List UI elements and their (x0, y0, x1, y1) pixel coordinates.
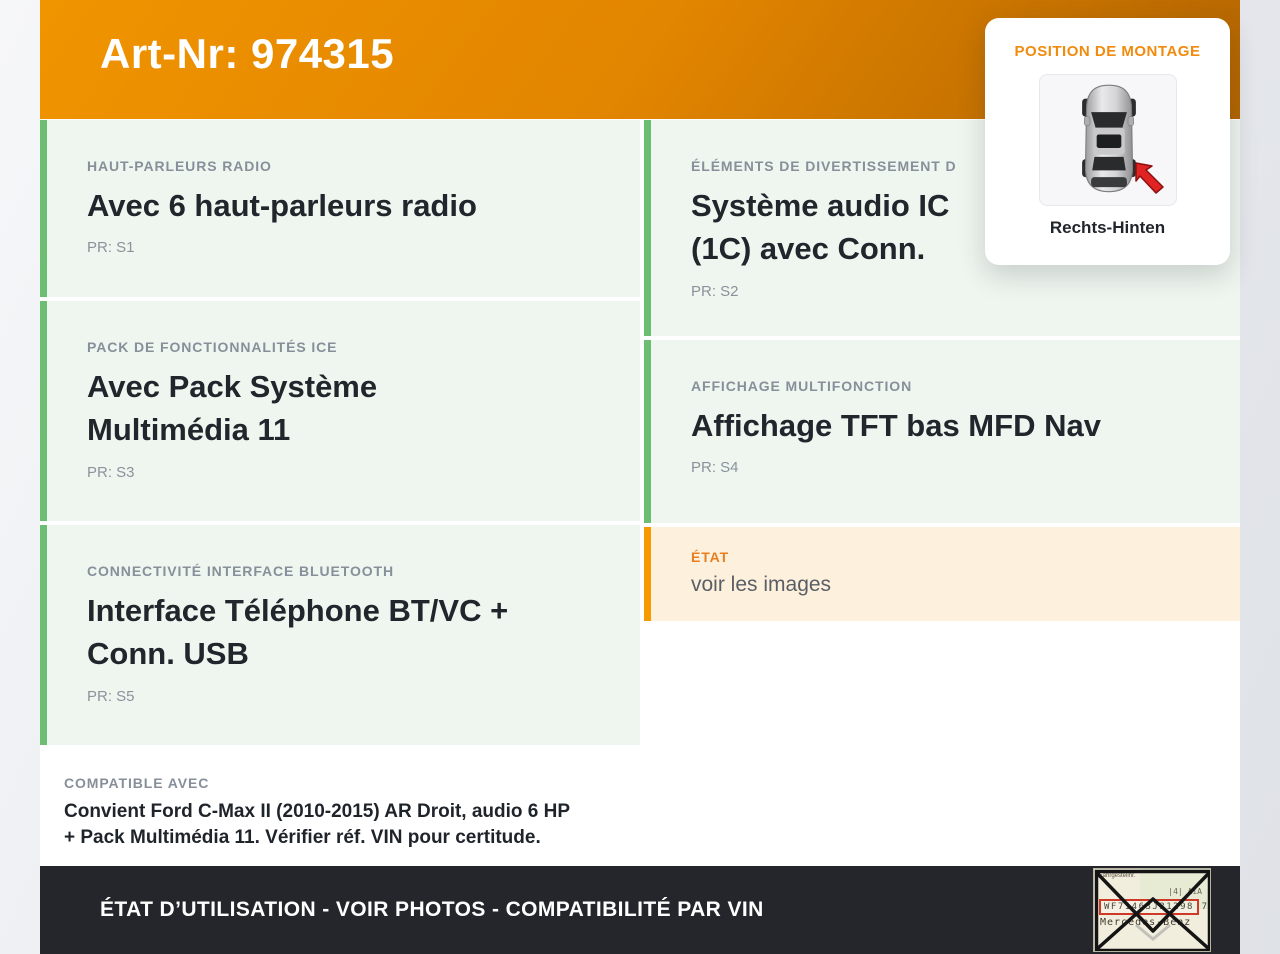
feature-card-title: Avec Pack Système Multimédia 11 (87, 365, 610, 452)
feature-card-title: Avec 6 haut-parleurs radio (87, 184, 610, 227)
feature-card-label: AFFICHAGE MULTIFONCTION (691, 378, 1210, 394)
envelope-icon (1094, 869, 1211, 952)
compatibility-text: Convient Ford C-Max II (2010-2015) AR Dr… (64, 799, 620, 851)
vin-document-thumbnail: Fahrgestellnr. |4| AiA WF71463J31298 7 M… (1093, 868, 1211, 952)
position-de-montage-card: POSITION DE MONTAGE (985, 18, 1230, 265)
car-position-image (1039, 74, 1177, 206)
feature-card-affichage: AFFICHAGE MULTIFONCTION Affichage TFT ba… (644, 340, 1240, 523)
footer-text: ÉTAT D’UTILISATION - VOIR PHOTOS - COMPA… (40, 898, 764, 922)
position-card-label: POSITION DE MONTAGE (985, 43, 1230, 60)
feature-card-haut-parleurs: HAUT-PARLEURS RADIO Avec 6 haut-parleurs… (40, 120, 640, 297)
etat-label: ÉTAT (691, 549, 1210, 565)
feature-card-pr-code: PR: S2 (691, 283, 1210, 300)
compatibility-label: COMPATIBLE AVEC (64, 775, 620, 791)
position-caption: Rechts-Hinten (985, 218, 1230, 238)
feature-card-label: HAUT-PARLEURS RADIO (87, 158, 610, 174)
etat-text: voir les images (691, 573, 1210, 597)
compatibility-card: COMPATIBLE AVEC Convient Ford C-Max II (… (40, 749, 640, 866)
feature-card-title: Interface Téléphone BT/VC + Conn. USB (87, 589, 610, 676)
feature-card-pack-ice: PACK DE FONCTIONNALITÉS ICE Avec Pack Sy… (40, 301, 640, 521)
position-arrow-icon (1130, 157, 1170, 197)
feature-card-title: Affichage TFT bas MFD Nav (691, 404, 1210, 447)
article-number-title: Art-Nr: 974315 (100, 30, 394, 78)
feature-card-label: CONNECTIVITÉ INTERFACE BLUETOOTH (87, 563, 610, 579)
feature-card-bluetooth: CONNECTIVITÉ INTERFACE BLUETOOTH Interfa… (40, 525, 640, 745)
footer-banner: ÉTAT D’UTILISATION - VOIR PHOTOS - COMPA… (40, 866, 1240, 954)
feature-card-label: PACK DE FONCTIONNALITÉS ICE (87, 339, 610, 355)
feature-card-pr-code: PR: S3 (87, 464, 610, 481)
feature-card-pr-code: PR: S5 (87, 688, 610, 705)
feature-card-pr-code: PR: S1 (87, 239, 610, 256)
etat-card: ÉTAT voir les images (644, 527, 1240, 621)
feature-card-pr-code: PR: S4 (691, 459, 1210, 476)
